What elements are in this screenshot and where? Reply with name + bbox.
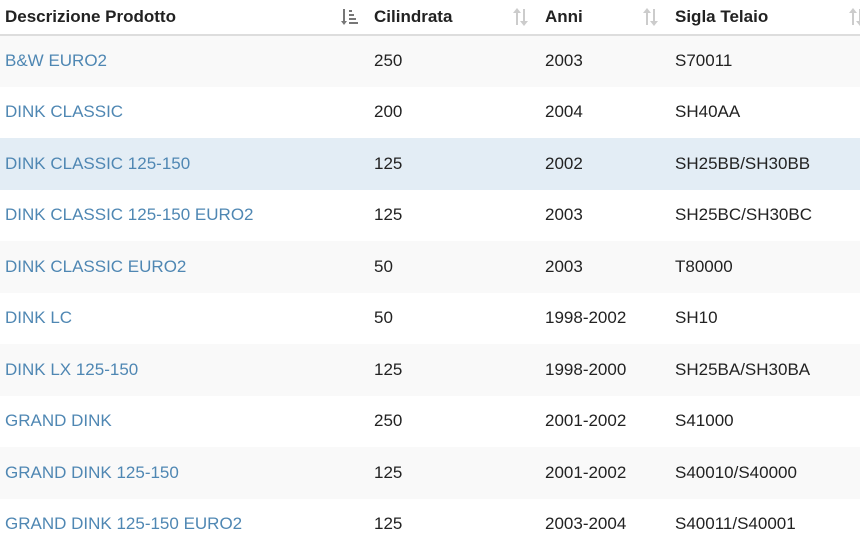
anni-cell: 2003-2004 [545, 514, 627, 534]
table-row[interactable]: DINK LC 50 1998-2002 SH10 [0, 292, 860, 345]
table-row[interactable]: DINK CLASSIC 125-150 EURO2 125 2003 SH25… [0, 189, 860, 242]
sigla-telaio-cell: S70011 [675, 51, 733, 71]
cilindrata-cell: 50 [374, 256, 393, 276]
anni-cell: 2001-2002 [545, 411, 627, 431]
table-row[interactable]: GRAND DINK 125-150 EURO2 125 2003-2004 S… [0, 498, 860, 538]
table-row[interactable]: DINK CLASSIC EURO2 50 2003 T80000 [0, 241, 860, 293]
sigla-telaio-cell: SH25BC/SH30BC [675, 205, 813, 225]
column-header-label: Sigla Telaio [675, 7, 769, 26]
table-row[interactable]: DINK CLASSIC 200 2004 SH40AA [0, 86, 860, 139]
product-link[interactable]: GRAND DINK 125-150 EURO2 [5, 514, 242, 533]
product-cell: B&W EURO2 [0, 35, 369, 87]
sigla-telaio-cell: S40011/S40001 [675, 514, 796, 534]
sigla-telaio-cell: S41000 [675, 411, 734, 431]
table-body: B&W EURO2 250 2003 S70011 DINK CLASSIC 2… [0, 35, 860, 538]
product-cell: DINK LX 125-150 [0, 344, 369, 396]
product-link[interactable]: DINK CLASSIC [5, 102, 123, 121]
cilindrata-cell: 250 [374, 51, 403, 71]
anni-cell: 2004 [545, 102, 583, 122]
sigla-telaio-cell: SH10 [675, 308, 718, 328]
anni-cell: 1998-2002 [545, 308, 627, 328]
product-table-container: Descrizione Prodotto Cilindrata Anni Sig… [0, 0, 860, 538]
anni-cell: 2003 [545, 256, 583, 276]
product-link[interactable]: GRAND DINK [5, 411, 112, 430]
sigla-telaio-cell: SH40AA [675, 102, 741, 122]
anni-cell: 1998-2000 [545, 359, 627, 379]
product-cell: DINK CLASSIC 125-150 EURO2 [0, 190, 369, 242]
sort-both-icon[interactable] [848, 7, 860, 27]
sigla-telaio-cell: S40010/S40000 [675, 462, 797, 482]
column-header-label: Cilindrata [374, 7, 453, 26]
cilindrata-cell: 125 [374, 205, 403, 225]
product-link[interactable]: DINK CLASSIC 125-150 EURO2 [5, 205, 254, 224]
product-cell: GRAND DINK 125-150 EURO2 [0, 499, 369, 538]
sigla-telaio-cell: T80000 [675, 256, 733, 276]
sigla-telaio-cell: SH25BB/SH30BB [675, 153, 811, 173]
cilindrata-cell: 125 [374, 153, 403, 173]
product-cell: DINK CLASSIC 125-150 [0, 138, 369, 190]
anni-cell: 2002 [545, 153, 583, 173]
anni-cell: 2003 [545, 205, 583, 225]
table-row[interactable]: GRAND DINK 125-150 125 2001-2002 S40010/… [0, 447, 860, 499]
table-row[interactable]: GRAND DINK 250 2001-2002 S41000 [0, 395, 860, 448]
table-header-row: Descrizione Prodotto Cilindrata Anni Sig… [0, 0, 860, 36]
product-cell: DINK CLASSIC EURO2 [0, 241, 369, 293]
cilindrata-cell: 125 [374, 359, 403, 379]
sort-both-icon[interactable] [642, 7, 660, 27]
product-link[interactable]: GRAND DINK 125-150 [5, 463, 179, 482]
cilindrata-cell: 50 [374, 308, 393, 328]
table-row[interactable]: DINK LX 125-150 125 1998-2000 SH25BA/SH3… [0, 344, 860, 396]
column-header-label: Anni [545, 7, 583, 26]
product-link[interactable]: DINK LX 125-150 [5, 360, 138, 379]
product-link[interactable]: DINK CLASSIC EURO2 [5, 257, 186, 276]
sigla-telaio-cell: SH25BA/SH30BA [675, 359, 811, 379]
cilindrata-cell: 125 [374, 514, 403, 534]
cilindrata-cell: 250 [374, 411, 403, 431]
product-cell: GRAND DINK 125-150 [0, 447, 369, 499]
product-link[interactable]: DINK CLASSIC 125-150 [5, 154, 190, 173]
column-header-cilindrata[interactable]: Cilindrata [369, 0, 540, 36]
product-link[interactable]: B&W EURO2 [5, 51, 107, 70]
column-header-sigla-telaio[interactable]: Sigla Telaio [670, 0, 860, 36]
column-header-label: Descrizione Prodotto [5, 7, 176, 26]
product-table: Descrizione Prodotto Cilindrata Anni Sig… [0, 0, 860, 538]
cilindrata-cell: 125 [374, 462, 403, 482]
product-cell: DINK CLASSIC [0, 87, 369, 139]
product-link[interactable]: DINK LC [5, 308, 72, 327]
product-cell: GRAND DINK [0, 396, 369, 448]
sort-ascending-icon[interactable] [341, 7, 359, 27]
anni-cell: 2003 [545, 51, 583, 71]
column-header-descrizione[interactable]: Descrizione Prodotto [0, 0, 369, 36]
table-row[interactable]: B&W EURO2 250 2003 S70011 [0, 35, 860, 87]
table-row[interactable]: DINK CLASSIC 125-150 125 2002 SH25BB/SH3… [0, 138, 860, 190]
sort-both-icon[interactable] [512, 7, 530, 27]
anni-cell: 2001-2002 [545, 462, 627, 482]
product-cell: DINK LC [0, 293, 369, 345]
column-header-anni[interactable]: Anni [540, 0, 670, 36]
cilindrata-cell: 200 [374, 102, 403, 122]
